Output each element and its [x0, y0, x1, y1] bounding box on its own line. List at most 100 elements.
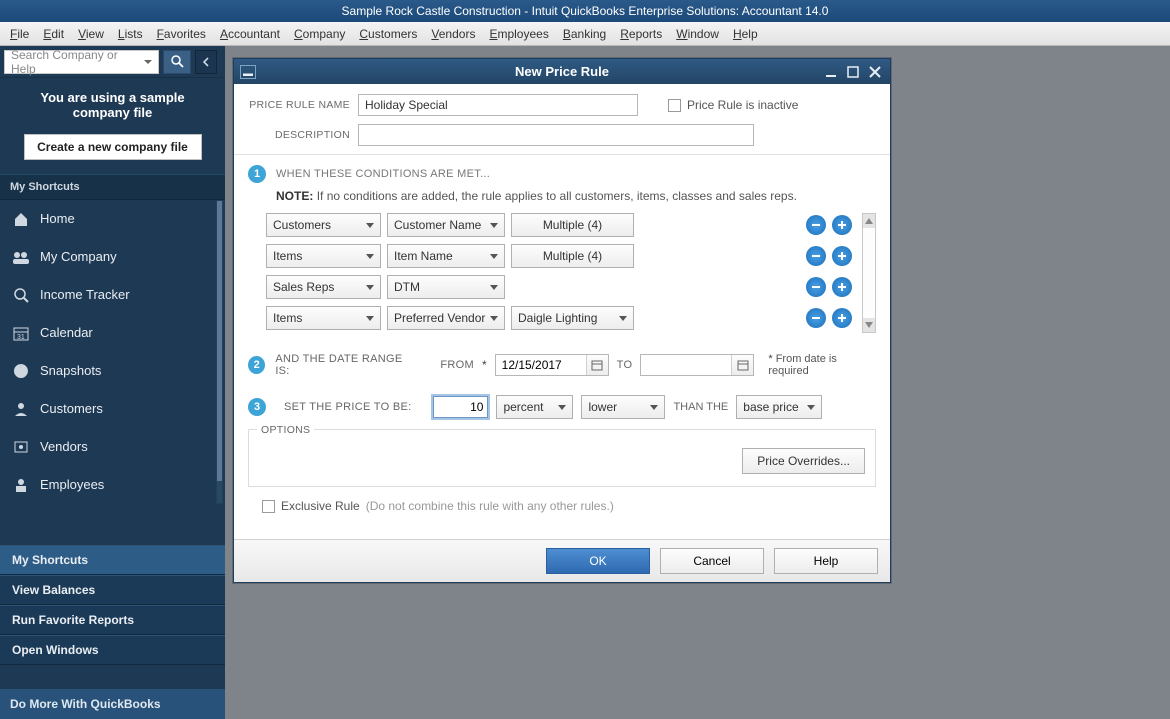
condition-row: ItemsItem NameMultiple (4)	[266, 244, 858, 268]
step-1-badge: 1	[248, 165, 266, 183]
to-date-input[interactable]	[641, 355, 731, 375]
price-direction-select[interactable]: lower	[581, 395, 665, 419]
add-condition-button[interactable]	[832, 215, 852, 235]
svg-text:31: 31	[17, 334, 25, 341]
footer-run-favorite-reports[interactable]: Run Favorite Reports	[0, 605, 225, 635]
footer-open-windows[interactable]: Open Windows	[0, 635, 225, 665]
maximize-button[interactable]	[846, 65, 860, 79]
condition-value-button[interactable]: Multiple (4)	[511, 213, 634, 237]
window-menu-icon[interactable]	[240, 65, 256, 79]
condition-value-select[interactable]: Daigle Lighting	[511, 306, 634, 330]
collapse-sidebar-button[interactable]	[195, 50, 217, 74]
minimize-button[interactable]	[824, 65, 838, 79]
from-date-input[interactable]	[496, 355, 586, 375]
chevron-down-icon	[490, 223, 498, 228]
sidebar-item-vendors[interactable]: Vendors	[0, 428, 225, 466]
inactive-checkbox-row: Price Rule is inactive	[668, 98, 798, 112]
add-condition-button[interactable]	[832, 246, 852, 266]
add-condition-button[interactable]	[832, 308, 852, 328]
help-button[interactable]: Help	[774, 548, 878, 574]
menu-window[interactable]: Window	[676, 27, 719, 41]
add-condition-button[interactable]	[832, 277, 852, 297]
condition-entity-select[interactable]: Sales Reps	[266, 275, 381, 299]
description-input[interactable]	[358, 124, 754, 146]
sidebar-scrollbar[interactable]	[216, 200, 223, 504]
calendar-icon: 31	[12, 324, 30, 342]
search-button[interactable]	[163, 50, 191, 74]
footer-my-shortcuts[interactable]: My Shortcuts	[0, 545, 225, 575]
remove-condition-button[interactable]	[806, 246, 826, 266]
menu-company[interactable]: Company	[294, 27, 345, 41]
required-asterisk: *	[482, 358, 487, 372]
scrollbar-thumb[interactable]	[863, 228, 875, 318]
condition-attribute-select[interactable]: Customer Name	[387, 213, 505, 237]
sidebar-item-label: Home	[40, 211, 75, 226]
menu-employees[interactable]: Employees	[489, 27, 548, 41]
search-icon	[171, 55, 184, 68]
sidebar-item-home[interactable]: Home	[0, 200, 225, 238]
sidebar-item-employees[interactable]: Employees	[0, 466, 225, 504]
condition-entity-select[interactable]: Customers	[266, 213, 381, 237]
ok-button[interactable]: OK	[546, 548, 650, 574]
window-title-bar: New Price Rule	[234, 59, 890, 84]
menu-view[interactable]: View	[78, 27, 104, 41]
price-amount-input[interactable]	[433, 396, 488, 418]
menu-customers[interactable]: Customers	[359, 27, 417, 41]
menu-vendors[interactable]: Vendors	[431, 27, 475, 41]
snapshots-icon	[12, 362, 30, 380]
price-overrides-button[interactable]: Price Overrides...	[742, 448, 865, 474]
condition-value-button[interactable]: Multiple (4)	[511, 244, 634, 268]
name-label: PRICE RULE NAME	[248, 99, 358, 111]
from-calendar-button[interactable]	[586, 355, 608, 375]
price-unit-select[interactable]: percent	[496, 395, 573, 419]
sidebar-footer: My Shortcuts View Balances Run Favorite …	[0, 545, 225, 719]
sidebar-item-customers[interactable]: Customers	[0, 390, 225, 428]
sidebar-item-my-company[interactable]: My Company	[0, 238, 225, 276]
step-3-badge: 3	[248, 398, 266, 416]
left-sidebar: Search Company or Help You are using a s…	[0, 46, 225, 719]
cancel-button[interactable]: Cancel	[660, 548, 764, 574]
menu-edit[interactable]: Edit	[43, 27, 64, 41]
price-rule-name-input[interactable]	[358, 94, 638, 116]
to-calendar-button[interactable]	[731, 355, 753, 375]
menu-file[interactable]: File	[10, 27, 29, 41]
app-title-bar: Sample Rock Castle Construction - Intuit…	[0, 0, 1170, 22]
chevron-down-icon	[366, 316, 374, 321]
menu-accountant[interactable]: Accountant	[220, 27, 280, 41]
menu-help[interactable]: Help	[733, 27, 758, 41]
menu-favorites[interactable]: Favorites	[157, 27, 206, 41]
condition-entity-select[interactable]: Items	[266, 306, 381, 330]
sidebar-item-snapshots[interactable]: Snapshots	[0, 352, 225, 390]
to-date-field	[640, 354, 754, 376]
condition-attribute-select[interactable]: Item Name	[387, 244, 505, 268]
calendar-icon	[737, 359, 749, 371]
create-company-button[interactable]: Create a new company file	[24, 134, 202, 160]
menu-lists[interactable]: Lists	[118, 27, 143, 41]
menu-reports[interactable]: Reports	[620, 27, 662, 41]
sidebar-item-income-tracker[interactable]: Income Tracker	[0, 276, 225, 314]
remove-condition-button[interactable]	[806, 215, 826, 235]
vendors-icon	[12, 438, 30, 456]
scroll-down-arrow[interactable]	[863, 318, 875, 332]
sidebar-item-calendar[interactable]: 31 Calendar	[0, 314, 225, 352]
price-base-select[interactable]: base price	[736, 395, 822, 419]
footer-view-balances[interactable]: View Balances	[0, 575, 225, 605]
sidebar-item-label: Calendar	[40, 325, 93, 340]
close-button[interactable]	[868, 65, 882, 79]
condition-row: CustomersCustomer NameMultiple (4)	[266, 213, 858, 237]
scrollbar-thumb[interactable]	[217, 201, 222, 481]
condition-entity-select[interactable]: Items	[266, 244, 381, 268]
menu-banking[interactable]: Banking	[563, 27, 606, 41]
condition-attribute-select[interactable]: Preferred Vendor	[387, 306, 505, 330]
conditions-scrollbar[interactable]	[862, 213, 876, 333]
dialog-buttons: OK Cancel Help	[234, 539, 890, 582]
search-input[interactable]: Search Company or Help	[4, 50, 159, 74]
exclusive-rule-checkbox[interactable]	[262, 500, 275, 513]
remove-condition-button[interactable]	[806, 277, 826, 297]
remove-condition-button[interactable]	[806, 308, 826, 328]
do-more-section[interactable]: Do More With QuickBooks	[0, 689, 225, 719]
condition-attribute-select[interactable]: DTM	[387, 275, 505, 299]
inactive-checkbox[interactable]	[668, 99, 681, 112]
search-placeholder: Search Company or Help	[11, 48, 144, 76]
scroll-up-arrow[interactable]	[863, 214, 875, 228]
